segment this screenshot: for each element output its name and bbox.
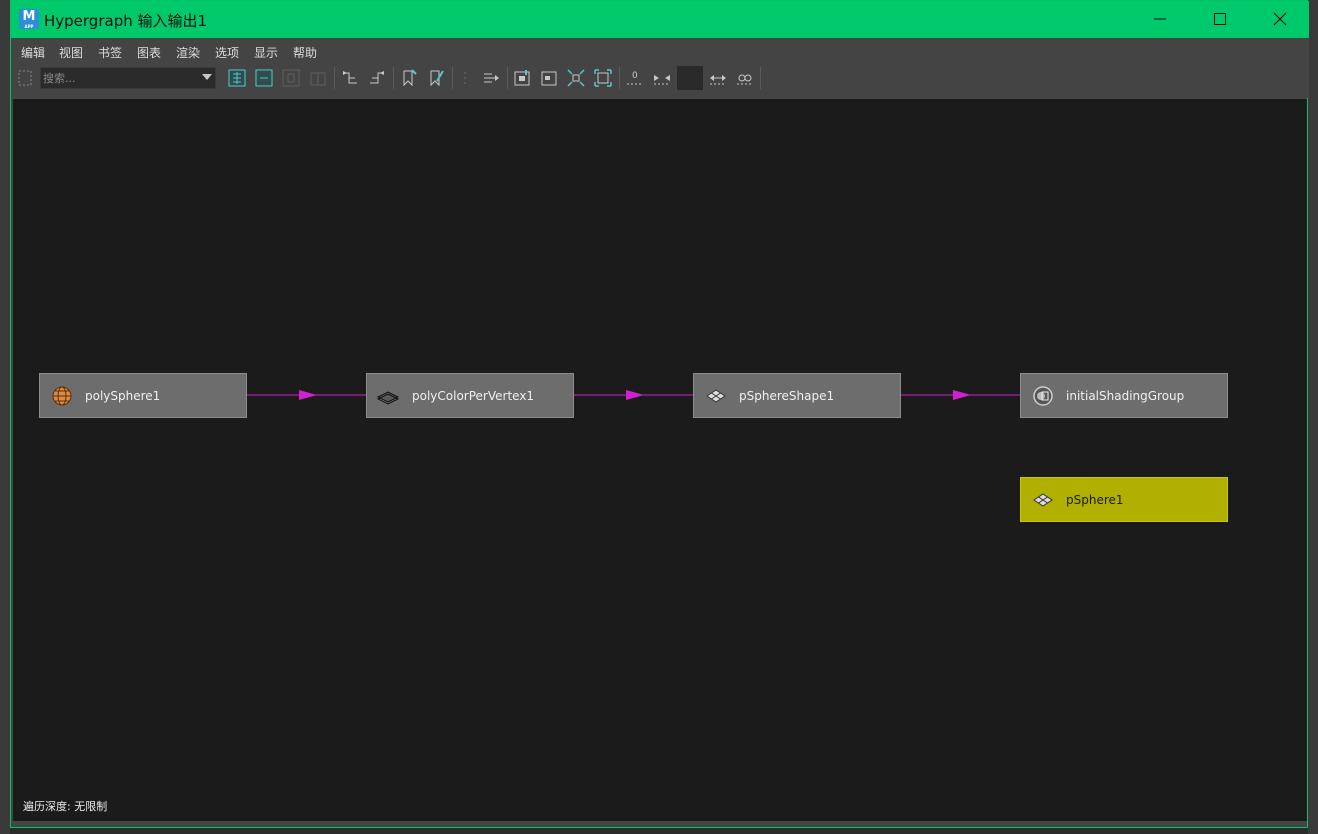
close-button[interactable] [1251, 1, 1309, 37]
minimize-icon [1154, 18, 1166, 20]
node-label: polySphere1 [85, 389, 161, 403]
connection-arrow[interactable] [901, 389, 1021, 401]
node-pSphere1[interactable]: pSphere1 [1020, 477, 1228, 522]
expand-button[interactable] [707, 67, 729, 89]
svg-text:0: 0 [632, 71, 638, 81]
freeform-icon [282, 69, 300, 87]
zero-depth-icon: 0 [627, 71, 643, 85]
menu-rendering[interactable]: 渲染 [176, 44, 200, 61]
toolbar-divider [393, 67, 394, 89]
node-polyColorPerVertex1[interactable]: polyColorPerVertex1 [366, 373, 574, 418]
poly-plane-icon [376, 391, 400, 405]
menu-edit[interactable]: 编辑 [21, 44, 45, 61]
connection-arrow[interactable] [247, 389, 367, 401]
hierarchy-icon [228, 69, 246, 87]
node-label: initialShadingGroup [1066, 389, 1185, 403]
input-output-connections-button[interactable] [253, 67, 275, 89]
rebuild-button[interactable] [734, 67, 756, 89]
toolbar-divider [452, 67, 453, 89]
frame-graph-button[interactable] [511, 67, 533, 89]
node-initialShadingGroup[interactable]: initialShadingGroup [1020, 373, 1228, 418]
menu-view[interactable]: 视图 [59, 44, 83, 61]
clear-graph-button[interactable]: 0 [624, 67, 646, 89]
layout-vertical-icon [464, 72, 466, 84]
infinity-icon [737, 74, 753, 85]
layout-horizontal-icon [484, 73, 499, 83]
grid-mode-button[interactable] [307, 67, 329, 89]
node-label: polyColorPerVertex1 [412, 389, 535, 403]
bookmark-edit-icon [430, 70, 444, 87]
layout-vertical-button[interactable] [454, 67, 476, 89]
toolbar-divider [619, 67, 620, 89]
color-swatch[interactable] [677, 66, 703, 90]
menu-show[interactable]: 显示 [254, 44, 278, 61]
shading-group-icon [1033, 386, 1053, 406]
upstream-icon [343, 71, 357, 84]
close-icon [1273, 12, 1287, 26]
window-title: Hypergraph 输入输出1 [44, 12, 208, 30]
node-label: pSphereShape1 [739, 389, 835, 403]
toolbar-divider [507, 67, 508, 89]
downstream-icon [370, 71, 384, 84]
frame-hierarchy-icon [567, 69, 585, 87]
traversal-depth-status: 遍历深度: 无限制 [23, 800, 108, 813]
menu-graph[interactable]: 图表 [137, 44, 161, 61]
background-window-edge-right [1308, 0, 1318, 834]
node-polySphere1[interactable]: polySphere1 [39, 373, 247, 418]
toolbar-divider [760, 67, 761, 89]
maximize-icon [1214, 13, 1226, 25]
background-window-edge [0, 0, 10, 834]
menu-help[interactable]: 帮助 [293, 44, 317, 61]
mesh-shape-icon [706, 389, 726, 403]
connections-icon [255, 69, 273, 87]
frame-selection-button[interactable] [538, 67, 560, 89]
mesh-shape-icon [1033, 493, 1053, 507]
search-box[interactable] [40, 67, 216, 89]
add-bookmark-button[interactable] [398, 67, 420, 89]
title-bar[interactable]: M APP Hypergraph 输入输出1 [11, 1, 1309, 38]
expand-icon [710, 75, 726, 85]
frame-selection-icon [541, 71, 557, 86]
toolbar-handle-icon[interactable] [18, 70, 32, 86]
node-label: pSphere1 [1066, 493, 1124, 507]
scene-hierarchy-button[interactable] [226, 67, 248, 89]
freeform-mode-button[interactable] [280, 67, 302, 89]
toolbar: 0 [11, 64, 1309, 98]
maya-app-icon: M APP [19, 9, 39, 29]
hypergraph-window: M APP Hypergraph 输入输出1 编辑 视图 书签 图表 渲染 选项… [10, 0, 1309, 828]
frame-branch-icon [594, 69, 612, 87]
frame-hierarchy-button[interactable] [565, 67, 587, 89]
chevron-down-icon[interactable] [202, 74, 212, 81]
edit-bookmark-button[interactable] [425, 67, 447, 89]
frame-branch-button[interactable] [592, 67, 614, 89]
minimize-button[interactable] [1131, 1, 1189, 37]
search-input[interactable] [43, 69, 193, 87]
toolbar-divider [334, 67, 335, 89]
collapse-button[interactable] [651, 67, 673, 89]
menu-bookmarks[interactable]: 书签 [98, 44, 122, 61]
menu-options[interactable]: 选项 [215, 44, 239, 61]
bookmark-add-icon [403, 69, 417, 87]
maximize-button[interactable] [1191, 1, 1249, 37]
collapse-icon [654, 75, 670, 85]
connection-arrow[interactable] [574, 389, 694, 401]
show-upstream-button[interactable] [339, 67, 361, 89]
app-icon-sublabel: APP [24, 24, 34, 29]
app-icon-letter: M [22, 9, 36, 24]
node-pSphereShape1[interactable]: pSphereShape1 [693, 373, 901, 418]
poly-sphere-icon [52, 386, 72, 406]
frame-graph-icon [514, 70, 530, 86]
show-downstream-button[interactable] [366, 67, 388, 89]
layout-horizontal-button[interactable] [480, 67, 502, 89]
hypergraph-canvas[interactable]: polySphere1 polyColorPerVertex1 pSphereS… [13, 99, 1307, 821]
grid-icon [310, 72, 326, 86]
menu-bar: 编辑 视图 书签 图表 渲染 选项 显示 帮助 [11, 38, 1309, 64]
